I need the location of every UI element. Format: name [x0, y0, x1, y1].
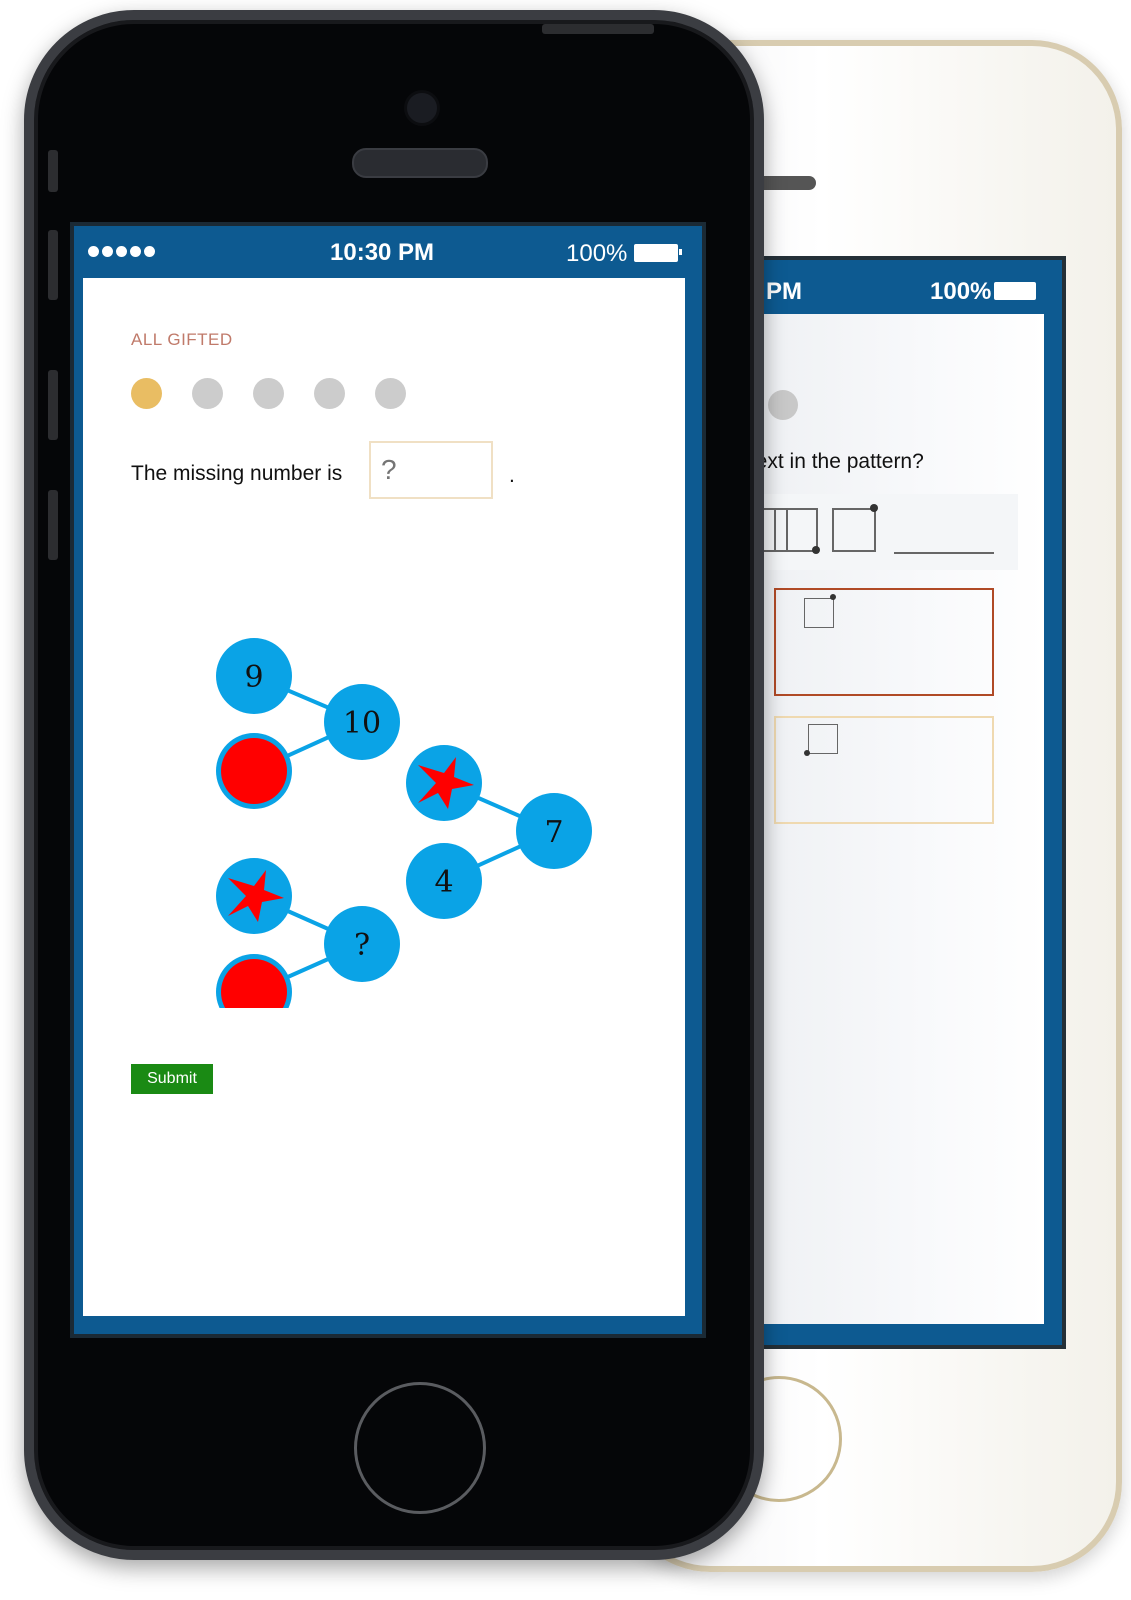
number-node: 7	[516, 793, 592, 869]
blank-node	[216, 954, 292, 1008]
quiz-content: ALL GIFTED The missing number is . 9 10 4 7…	[83, 278, 685, 1316]
pattern-strip	[744, 494, 1018, 570]
option-corner-dot	[830, 594, 836, 600]
signal-strength-icon	[88, 246, 155, 257]
pattern-square	[832, 508, 876, 552]
submit-button[interactable]: Submit	[131, 1064, 213, 1094]
volume-down-button[interactable]	[48, 370, 58, 440]
number-node: 4	[406, 843, 482, 919]
progress-dot	[253, 378, 284, 409]
earpiece-speaker	[352, 148, 488, 178]
front-phone-screen: 10:30 PM 100% ALL GIFTED The missing num…	[70, 222, 706, 1338]
back-question-text: next in the pattern?	[744, 450, 924, 473]
volume-up-button[interactable]	[48, 230, 58, 300]
node-number: 7	[544, 815, 563, 850]
power-button[interactable]	[542, 24, 654, 34]
battery-icon	[634, 244, 678, 262]
pattern-blank	[894, 552, 994, 554]
option-square	[804, 598, 834, 628]
progress-dot	[375, 378, 406, 409]
answer-input[interactable]	[369, 441, 493, 499]
back-screen-content: next in the pattern?	[744, 314, 1044, 1324]
progress-dot	[314, 378, 345, 409]
status-time: 10:30 PM	[330, 239, 435, 266]
back-status-bar: 0 PM 100%	[744, 260, 1062, 314]
answer-option-selected[interactable]	[774, 588, 994, 696]
side-button[interactable]	[48, 490, 58, 560]
number-node: ?	[324, 906, 400, 982]
home-button[interactable]	[354, 1382, 486, 1514]
back-battery-percent: 100%	[930, 278, 992, 305]
number-network-diagram: 9 10 4 7?	[216, 638, 592, 1008]
crossed-node	[406, 745, 482, 821]
pattern-square	[774, 508, 818, 552]
answer-option[interactable]	[774, 716, 994, 824]
pattern-corner-dot	[870, 504, 878, 512]
status-bar: 10:30 PM 100%	[74, 226, 702, 278]
blank-node	[216, 733, 292, 809]
node-number: 9	[244, 660, 263, 695]
node-number: 4	[434, 865, 453, 900]
number-node: 10	[324, 684, 400, 760]
brand-title: ALL GIFTED	[131, 330, 233, 349]
number-node: 9	[216, 638, 292, 714]
back-progress-dot	[768, 390, 798, 420]
option-corner-dot	[804, 750, 810, 756]
progress-dot	[192, 378, 223, 409]
progress-dot-active	[131, 378, 162, 409]
crossed-node	[216, 858, 292, 934]
pattern-corner-dot	[812, 546, 820, 554]
option-square	[808, 724, 838, 754]
battery-tip	[679, 249, 682, 255]
node-number: ?	[354, 928, 370, 963]
question-progress	[131, 378, 406, 409]
back-battery-icon	[994, 282, 1036, 300]
question-text: The missing number is	[131, 462, 343, 485]
front-camera-icon	[404, 90, 440, 126]
node-number: 10	[343, 706, 381, 741]
mute-switch[interactable]	[48, 150, 58, 192]
battery-percent: 100%	[566, 240, 628, 267]
back-phone-screen: 0 PM 100% next in the pattern?	[740, 256, 1066, 1349]
question-suffix: .	[509, 464, 515, 487]
